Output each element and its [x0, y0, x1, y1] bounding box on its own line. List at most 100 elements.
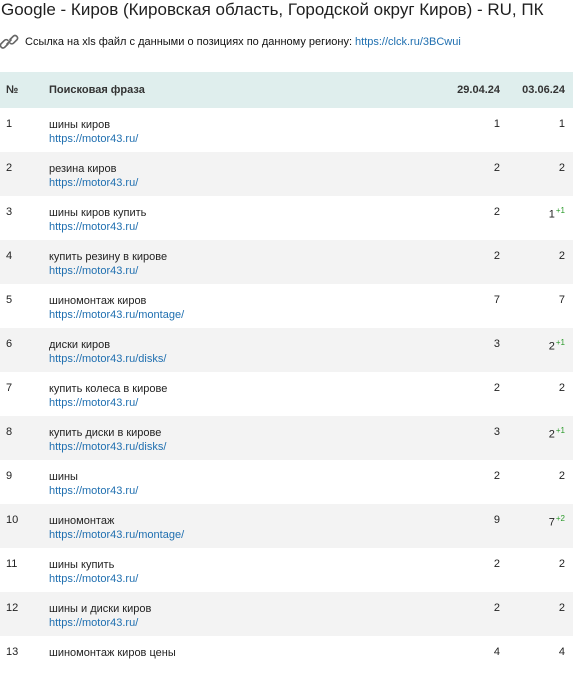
phrase-cell: диски киров https://motor43.ru/disks/: [49, 328, 430, 372]
phrase-cell: шины и диски киров https://motor43.ru/: [49, 592, 430, 636]
position-date-1: 7: [493, 294, 500, 306]
position-date-2-cell: 2+1: [500, 416, 573, 460]
xls-link-label: Ссылка на xls файл с данными о позициях …: [25, 36, 353, 48]
page-url-link[interactable]: https://motor43.ru/: [49, 220, 430, 234]
phrase-cell: резина киров https://motor43.ru/: [49, 152, 430, 196]
row-number: 6: [6, 338, 13, 350]
chain-link-icon: [0, 33, 19, 51]
position-date-2: 2: [558, 162, 565, 174]
phrase-cell: купить резину в кирове https://motor43.ru…: [49, 240, 430, 284]
table-row: 4 купить резину в кирове https://motor43.r…: [0, 240, 573, 284]
table-row: 7 купить колеса в кирове https://motor43.r…: [0, 372, 573, 416]
row-number: 1: [6, 118, 13, 130]
search-phrase: шины и диски киров: [49, 603, 152, 615]
row-number: 8: [6, 426, 13, 438]
position-date-2-cell: 1+1: [500, 196, 573, 240]
search-phrase: шиномонтаж: [49, 515, 115, 527]
position-date-1: 2: [493, 162, 500, 174]
table-header-row: № Поисковая фраза 29.04.24 03.06.24: [0, 72, 573, 108]
phrase-cell: шиномонтаж киров https://motor43.ru/monta…: [49, 284, 430, 328]
page-url-link[interactable]: https://motor43.ru/: [49, 132, 430, 146]
xls-link[interactable]: https://clck.ru/3BCwui: [355, 36, 461, 48]
phrase-cell: шины киров купить https://motor43.ru/: [49, 196, 430, 240]
positions-table: № Поисковая фраза 29.04.24 03.06.24 1 шин…: [0, 72, 573, 680]
phrase-cell: шины купить https://motor43.ru/: [49, 548, 430, 592]
position-date-2: 2: [558, 470, 565, 482]
position-date-2: 7: [548, 516, 555, 529]
position-date-1: 2: [493, 206, 500, 218]
phrase-cell: купить колеса в кирове https://motor43.ru…: [49, 372, 430, 416]
search-phrase: шиномонтаж киров: [49, 295, 147, 307]
row-number: 11: [6, 558, 18, 570]
position-date-2: 2: [558, 602, 565, 614]
table-row: 2 резина киров https://motor43.ru/2 2: [0, 152, 573, 196]
position-date-1: 2: [493, 602, 500, 614]
row-number: 2: [6, 162, 13, 174]
page-url-link[interactable]: https://motor43.ru/disks/: [49, 440, 430, 454]
phrase-cell: шиномонтаж киров цены: [49, 636, 430, 680]
position-date-1: 9: [493, 514, 500, 526]
position-date-1: 2: [493, 250, 500, 262]
page-url-link[interactable]: https://motor43.ru/disks/: [49, 352, 430, 366]
table-row: 12 шины и диски киров https://motor43.ru/2…: [0, 592, 573, 636]
search-phrase: шины киров купить: [49, 207, 147, 219]
page-url-link[interactable]: https://motor43.ru/: [49, 176, 430, 190]
page-url-link[interactable]: https://motor43.ru/: [49, 616, 430, 630]
position-date-2-cell: 2: [500, 372, 573, 416]
position-date-1: 2: [493, 382, 500, 394]
position-date-2: 1: [558, 118, 565, 130]
position-date-2-cell: 4: [500, 636, 573, 680]
column-header-date-1[interactable]: 29.04.24: [430, 72, 500, 108]
phrase-cell: шины https://motor43.ru/: [49, 460, 430, 504]
position-date-1: 4: [493, 646, 500, 658]
phrase-cell: шиномонтаж https://motor43.ru/montage/: [49, 504, 430, 548]
row-number: 12: [6, 602, 19, 614]
xls-link-line: Ссылка на xls файл с данными о позициях …: [0, 32, 461, 52]
position-date-1: 3: [493, 426, 500, 438]
page-url-link[interactable]: https://motor43.ru/montage/: [49, 308, 430, 322]
position-date-1: 3: [493, 338, 500, 350]
table-row: 9 шины https://motor43.ru/2 2: [0, 460, 573, 504]
position-date-2: 2: [558, 250, 565, 262]
column-header-date-2[interactable]: 03.06.24: [500, 72, 573, 108]
page-url-link[interactable]: https://motor43.ru/: [49, 484, 430, 498]
position-date-2-cell: 2+1: [500, 328, 573, 372]
row-number: 9: [6, 470, 13, 482]
row-number: 3: [6, 206, 13, 218]
column-header-phrase[interactable]: Поисковая фраза: [49, 72, 430, 108]
position-date-2-cell: 2: [500, 548, 573, 592]
position-date-2: 2: [548, 340, 555, 353]
position-date-2-cell: 7: [500, 284, 573, 328]
table-row: 6 диски киров https://motor43.ru/disks/3 2+…: [0, 328, 573, 372]
search-phrase: шины: [49, 471, 78, 483]
search-phrase: купить колеса в кирове: [49, 383, 168, 395]
position-date-1: 1: [493, 118, 500, 130]
page-url-link[interactable]: https://motor43.ru/: [49, 396, 430, 410]
search-phrase: купить резину в кирове: [49, 251, 168, 263]
search-phrase: диски киров: [49, 339, 111, 351]
row-number: 10: [6, 514, 19, 526]
position-change-badge: +1: [555, 206, 565, 215]
table-row: 13 шиномонтаж киров цены 4 4: [0, 636, 573, 680]
search-phrase: шины киров: [49, 119, 111, 131]
page-url-link[interactable]: https://motor43.ru/: [49, 264, 430, 278]
position-change-badge: +1: [555, 338, 565, 347]
row-number: 4: [6, 250, 13, 262]
table-row: 1 шины киров https://motor43.ru/1 1: [0, 108, 573, 152]
position-date-2-cell: 7+2: [500, 504, 573, 548]
page-url-link[interactable]: https://motor43.ru/montage/: [49, 528, 430, 542]
position-date-1: 2: [493, 470, 500, 482]
page-title: Google - Киров (Кировская область, Город…: [1, 0, 544, 19]
position-date-2: 2: [558, 382, 565, 394]
position-date-2: 2: [558, 558, 565, 570]
position-date-2-cell: 2: [500, 240, 573, 284]
table-row: 11 шины купить https://motor43.ru/2 2: [0, 548, 573, 592]
table-row: 5 шиномонтаж киров https://motor43.ru/mont…: [0, 284, 573, 328]
row-number: 7: [6, 382, 13, 394]
table-row: 10 шиномонтаж https://motor43.ru/montage/9…: [0, 504, 573, 548]
position-change-badge: +2: [555, 514, 565, 523]
position-date-2-cell: 2: [500, 460, 573, 504]
search-phrase: шины купить: [49, 559, 115, 571]
page-url-link[interactable]: https://motor43.ru/: [49, 572, 430, 586]
column-header-number[interactable]: №: [0, 72, 49, 108]
